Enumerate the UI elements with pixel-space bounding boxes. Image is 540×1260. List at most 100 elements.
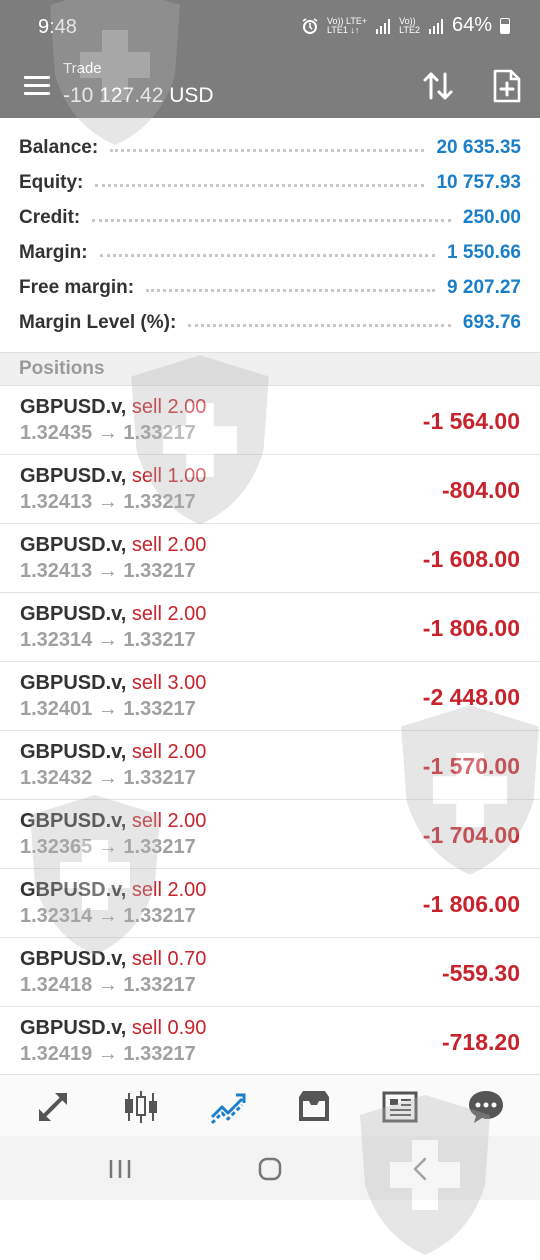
position-side: sell 0.70 <box>131 948 207 970</box>
floating-profit: -10 127.42 USD <box>63 84 214 107</box>
position-profit: -1 564.00 <box>422 408 520 434</box>
menu-icon[interactable] <box>24 76 50 96</box>
summary-value: 250.00 <box>462 206 521 228</box>
dotted-leader <box>99 254 436 257</box>
position-side: sell 2.00 <box>131 810 207 832</box>
position-prices: 1.32435 → 1.33217 <box>20 422 196 444</box>
position-prices: 1.32314 → 1.33217 <box>20 905 196 927</box>
status-time: 9:48 <box>38 16 77 38</box>
position-side: sell 2.00 <box>131 396 207 418</box>
position-symbol: GBPUSD.v, <box>20 741 127 763</box>
position-profit: -1 608.00 <box>422 546 520 572</box>
trade-icon[interactable] <box>208 1087 248 1127</box>
position-row[interactable]: GBPUSD.v, sell 2.00 1.32314 → 1.33217 -1… <box>0 593 540 662</box>
summary-label: Free margin: <box>19 276 135 298</box>
position-symbol: GBPUSD.v, <box>20 534 127 556</box>
recent-apps-icon[interactable] <box>105 1156 135 1182</box>
dotted-leader <box>146 289 436 292</box>
position-row[interactable]: GBPUSD.v, sell 0.90 1.32419 → 1.33217 -7… <box>0 1007 540 1076</box>
position-prices: 1.32419 → 1.33217 <box>20 1043 196 1065</box>
positions-title: Positions <box>19 358 105 379</box>
position-side: sell 2.00 <box>131 534 207 556</box>
position-row[interactable]: GBPUSD.v, sell 3.00 1.32401 → 1.33217 -2… <box>0 662 540 731</box>
position-profit: -2 448.00 <box>422 684 520 710</box>
position-prices: 1.32418 → 1.33217 <box>20 974 196 996</box>
dotted-leader <box>95 184 425 187</box>
battery-icon <box>500 17 510 34</box>
position-symbol: GBPUSD.v, <box>20 948 127 970</box>
summary-value: 693.76 <box>462 311 521 333</box>
position-row[interactable]: GBPUSD.v, sell 2.00 1.32432 → 1.33217 -1… <box>0 731 540 800</box>
system-nav-bar <box>0 1136 540 1200</box>
signal-icon <box>376 18 391 34</box>
position-profit: -1 806.00 <box>422 615 520 641</box>
summary-label: Margin: <box>19 241 88 263</box>
page-title: Trade <box>63 60 102 77</box>
position-profit: -1 704.00 <box>422 822 520 848</box>
position-row[interactable]: GBPUSD.v, sell 0.70 1.32418 → 1.33217 -5… <box>0 938 540 1007</box>
signal-icon <box>428 18 443 34</box>
summary-value: 10 757.93 <box>436 171 521 193</box>
signal-sim1-label: Vo)) LTE+ LTE1 ↓↑ <box>327 15 368 35</box>
position-row[interactable]: GBPUSD.v, sell 2.00 1.32365 → 1.33217 -1… <box>0 800 540 869</box>
dotted-leader <box>110 149 425 152</box>
messages-icon[interactable] <box>466 1087 506 1127</box>
dotted-leader <box>188 324 451 327</box>
summary-row-equity: Equity: 10 757.93 <box>19 165 521 200</box>
position-symbol: GBPUSD.v, <box>20 879 127 901</box>
history-icon[interactable] <box>294 1087 334 1127</box>
new-order-icon[interactable] <box>492 68 522 104</box>
status-icons: Vo)) LTE+ LTE1 ↓↑ Vo)) LTE2 64% <box>301 14 510 37</box>
summary-row-free-margin: Free margin: 9 207.27 <box>19 270 521 305</box>
position-row[interactable]: GBPUSD.v, sell 2.00 1.32413 → 1.33217 -1… <box>0 524 540 593</box>
position-symbol: GBPUSD.v, <box>20 810 127 832</box>
position-prices: 1.32314 → 1.33217 <box>20 629 196 651</box>
summary-row-margin-level: Margin Level (%): 693.76 <box>19 305 521 340</box>
position-profit: -1 570.00 <box>422 753 520 779</box>
summary-row-balance: Balance: 20 635.35 <box>19 130 521 165</box>
summary-value: 9 207.27 <box>447 276 521 298</box>
alarm-icon <box>302 17 318 34</box>
position-prices: 1.32365 → 1.33217 <box>20 836 196 858</box>
position-row[interactable]: GBPUSD.v, sell 1.00 1.32413 → 1.33217 -8… <box>0 455 540 524</box>
position-profit: -718.20 <box>441 1029 520 1055</box>
position-profit: -804.00 <box>441 477 520 503</box>
position-profit: -1 806.00 <box>422 891 520 917</box>
position-row[interactable]: GBPUSD.v, sell 2.00 1.32314 → 1.33217 -1… <box>0 869 540 938</box>
summary-value: 1 550.66 <box>447 241 521 263</box>
sort-icon[interactable] <box>420 68 456 104</box>
position-symbol: GBPUSD.v, <box>20 603 127 625</box>
news-icon[interactable] <box>380 1087 420 1127</box>
account-summary: Balance: 20 635.35 Equity: 10 757.93 Cre… <box>0 118 540 352</box>
battery-percent: 64% <box>451 14 492 36</box>
summary-label: Balance: <box>19 136 99 158</box>
position-row[interactable]: GBPUSD.v, sell 2.00 1.32435 → 1.33217 -1… <box>0 386 540 455</box>
summary-row-margin: Margin: 1 550.66 <box>19 235 521 270</box>
status-bar: 9:48 Vo)) LTE+ LTE1 ↓↑ Vo)) LTE2 64% <box>0 0 540 56</box>
position-prices: 1.32432 → 1.33217 <box>20 767 196 789</box>
position-prices: 1.32413 → 1.33217 <box>20 491 196 513</box>
bottom-nav <box>0 1074 540 1136</box>
positions-header: Positions <box>0 352 540 386</box>
position-symbol: GBPUSD.v, <box>20 465 127 487</box>
summary-label: Equity: <box>19 171 84 193</box>
position-side: sell 1.00 <box>131 465 207 487</box>
summary-value: 20 635.35 <box>436 136 521 158</box>
summary-row-credit: Credit: 250.00 <box>19 200 521 235</box>
signal-sim2-label: Vo)) LTE2 <box>399 15 420 35</box>
position-side: sell 2.00 <box>131 879 207 901</box>
dotted-leader <box>92 219 451 222</box>
back-icon[interactable] <box>405 1156 435 1182</box>
quotes-icon[interactable] <box>33 1087 73 1127</box>
position-symbol: GBPUSD.v, <box>20 1017 127 1039</box>
chart-icon[interactable] <box>121 1087 161 1127</box>
summary-label: Credit: <box>19 206 81 228</box>
summary-label: Margin Level (%): <box>19 311 177 333</box>
app-bar: Trade -10 127.42 USD <box>0 56 540 118</box>
position-prices: 1.32401 → 1.33217 <box>20 698 196 720</box>
position-prices: 1.32413 → 1.33217 <box>20 560 196 582</box>
position-side: sell 3.00 <box>131 672 207 694</box>
position-symbol: GBPUSD.v, <box>20 396 127 418</box>
position-side: sell 2.00 <box>131 741 207 763</box>
home-icon[interactable] <box>255 1156 285 1182</box>
